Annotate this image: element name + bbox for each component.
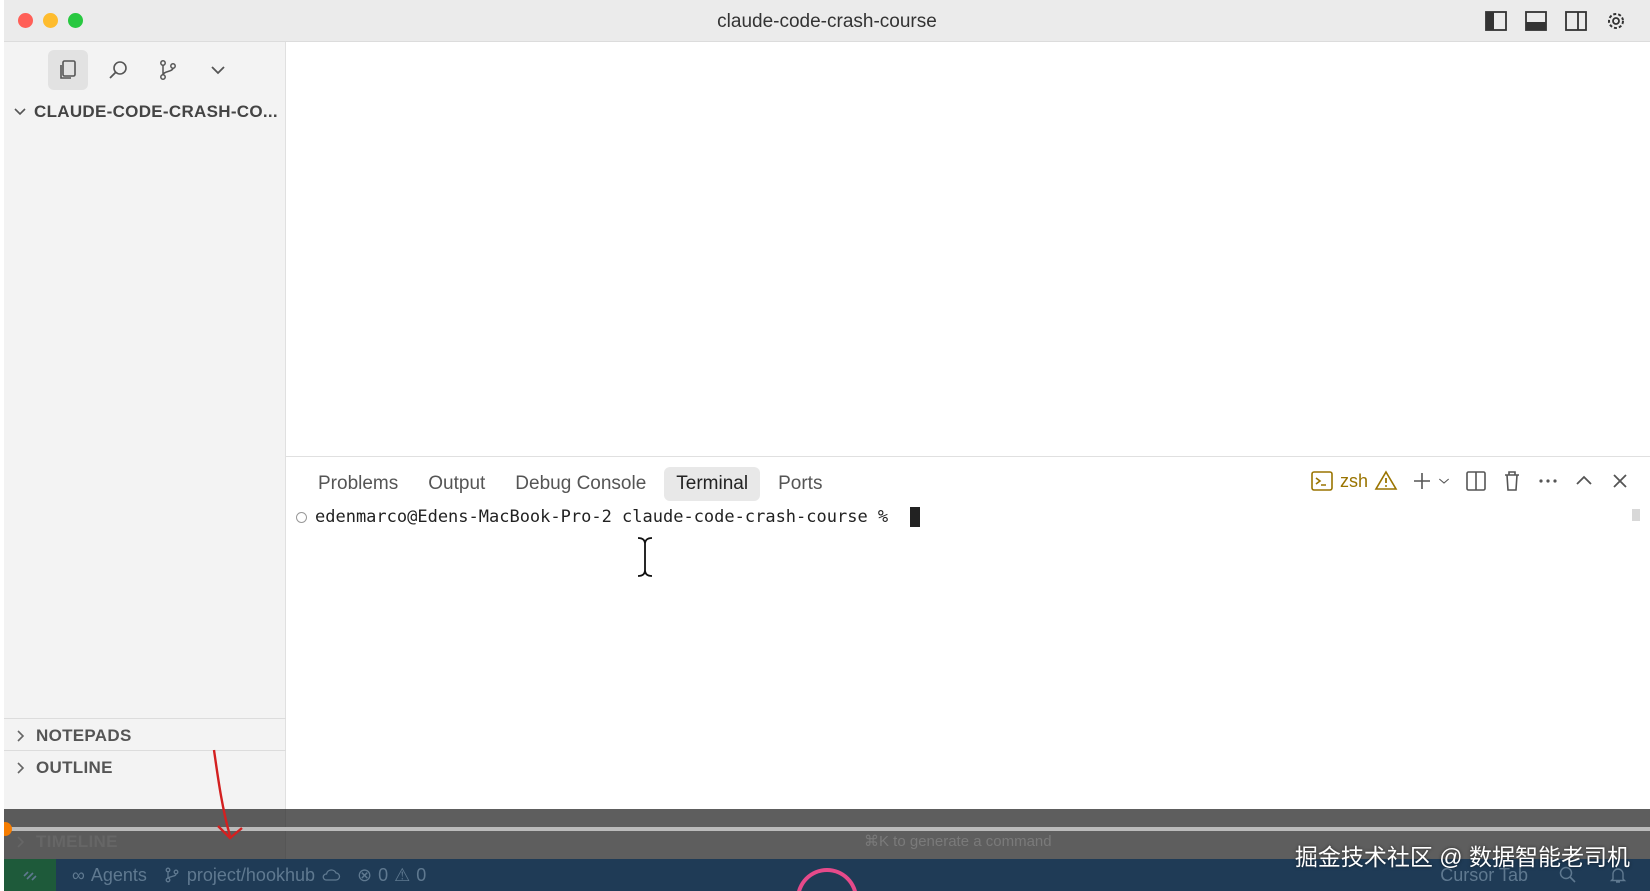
split-terminal-icon[interactable] xyxy=(1464,469,1488,493)
explorer-folder-name: CLAUDE-CODE-CRASH-CO... xyxy=(34,102,278,121)
remote-indicator[interactable] xyxy=(4,859,56,891)
terminal-cursor xyxy=(910,507,921,527)
tab-output[interactable]: Output xyxy=(416,467,497,501)
search-icon xyxy=(109,61,127,79)
notepads-label: NOTEPADS xyxy=(36,725,132,745)
annotation-arrow-icon xyxy=(212,749,243,840)
cloud-sync-icon xyxy=(322,869,341,881)
explorer-folder-header[interactable]: CLAUDE-CODE-CRASH-CO... xyxy=(12,102,278,122)
chevron-down-icon xyxy=(211,66,225,75)
chevron-right-icon xyxy=(17,729,25,742)
more-actions-icon[interactable] xyxy=(1536,469,1560,493)
shell-name: zsh xyxy=(1339,470,1368,491)
infinity-icon: ∞ xyxy=(72,864,85,885)
panel-tabs: Problems Output Debug Console Terminal P… xyxy=(306,467,834,501)
toggle-panel-icon[interactable] xyxy=(1524,9,1548,33)
layout-controls xyxy=(1484,9,1628,33)
new-terminal-icon[interactable] xyxy=(1410,469,1434,493)
watermark: 掘金技术社区 @ 数据智能老司机 xyxy=(1294,844,1630,870)
notepads-section[interactable]: NOTEPADS xyxy=(4,718,286,752)
warning-count: 0 xyxy=(416,864,427,885)
toggle-secondary-sidebar-icon[interactable] xyxy=(1564,9,1588,33)
settings-gear-icon[interactable] xyxy=(1604,9,1628,33)
terminal-prompt-text: edenmarco@Edens-MacBook-Pro-2 claude-cod… xyxy=(315,507,899,527)
terminal-prompt-line[interactable]: edenmarco@Edens-MacBook-Pro-2 claude-cod… xyxy=(296,507,921,527)
timeline-label: TIMELINE xyxy=(36,832,118,851)
window-title: claude-code-crash-course xyxy=(717,11,937,32)
terminal-icon xyxy=(1311,471,1333,491)
warning-icon xyxy=(1374,470,1398,490)
activity-bar xyxy=(48,50,238,90)
agents-label: Agents xyxy=(90,864,147,885)
chevron-right-icon xyxy=(17,761,25,774)
terminal-scrollbar[interactable] xyxy=(1632,509,1640,521)
agents-status[interactable]: ∞ Agents xyxy=(72,865,147,886)
remote-icon xyxy=(23,871,37,881)
files-icon xyxy=(60,60,76,79)
more-views-button[interactable] xyxy=(198,50,238,90)
tab-problems[interactable]: Problems xyxy=(306,467,410,501)
trash-icon[interactable] xyxy=(1500,469,1524,493)
error-icon: ⊗ xyxy=(356,864,373,885)
chevron-down-icon[interactable] xyxy=(1436,469,1452,493)
outline-label: OUTLINE xyxy=(36,757,113,777)
problems-status[interactable]: ⊗ 0 ⚠ 0 xyxy=(357,865,426,886)
title-bar: claude-code-crash-course xyxy=(4,0,1650,42)
branch-name: project/hookhub xyxy=(186,864,315,885)
text-cursor-icon xyxy=(637,536,653,578)
branch-status[interactable]: project/hookhub xyxy=(163,865,341,886)
terminal-shell-selector[interactable]: zsh xyxy=(1310,469,1398,493)
chevron-right-icon xyxy=(17,836,25,848)
chevron-down-icon xyxy=(14,108,26,116)
maximize-panel-icon[interactable] xyxy=(1572,469,1596,493)
tab-ports[interactable]: Ports xyxy=(766,467,834,501)
explorer-button[interactable] xyxy=(48,50,88,90)
generate-command-hint: ⌘K to generate a command xyxy=(864,833,1052,850)
primary-sidebar: CLAUDE-CODE-CRASH-CO... NOTEPADS OUTLINE xyxy=(4,42,286,859)
warning-status-icon: ⚠ xyxy=(394,864,411,885)
command-decoration-icon xyxy=(296,511,307,523)
error-count: 0 xyxy=(378,864,389,885)
tab-terminal[interactable]: Terminal xyxy=(664,467,761,501)
git-branch-icon xyxy=(165,867,179,883)
bottom-panel: Problems Output Debug Console Terminal P… xyxy=(286,457,1650,809)
panel-toolbar: zsh xyxy=(1310,469,1632,493)
source-control-button[interactable] xyxy=(148,50,188,90)
app-window: claude-code-crash-course CLAUDE-CODE-CRA… xyxy=(4,0,1650,891)
search-button[interactable] xyxy=(98,50,138,90)
source-control-icon xyxy=(160,60,176,80)
toggle-primary-sidebar-icon[interactable] xyxy=(1484,9,1508,33)
tab-debug-console[interactable]: Debug Console xyxy=(503,467,658,501)
editor-area[interactable] xyxy=(286,42,1650,457)
close-panel-icon[interactable] xyxy=(1608,469,1632,493)
